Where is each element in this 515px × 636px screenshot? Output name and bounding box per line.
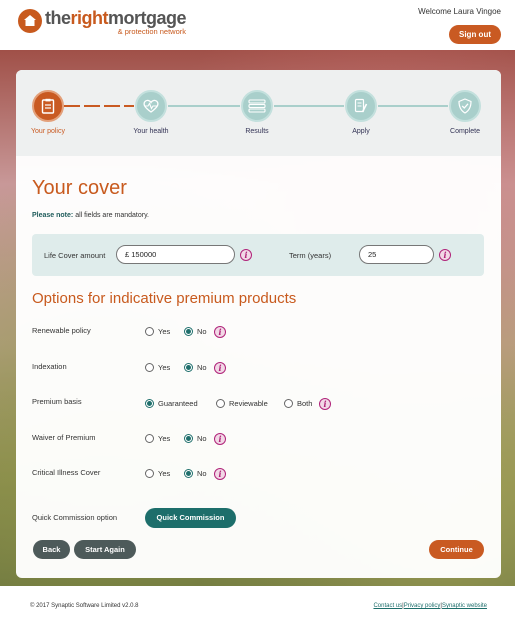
term-input[interactable]: 25 — [359, 245, 434, 264]
indexation-no-radio[interactable]: No — [184, 363, 207, 372]
note-bold: Please note: — [32, 212, 74, 219]
renewable-yes-radio[interactable]: Yes — [145, 327, 170, 336]
premium-reviewable-radio[interactable]: Reviewable — [216, 399, 268, 408]
premium-guaranteed-radio[interactable]: Guaranteed — [145, 399, 198, 408]
life-cover-label: Life Cover amount — [44, 251, 106, 260]
renewable-policy-label: Renewable policy — [32, 326, 91, 335]
radio-label: No — [197, 469, 207, 478]
radio-label: Yes — [158, 363, 171, 372]
critical-illness-label: Critical Illness Cover — [32, 468, 101, 477]
logo-mortgage: mortgage — [108, 8, 187, 28]
premium-basis-info-icon[interactable]: i — [319, 398, 331, 410]
step-your-health[interactable]: Your health — [116, 90, 186, 135]
privacy-policy-link[interactable]: Privacy policy — [404, 603, 441, 609]
radio-label: Yes — [158, 327, 171, 336]
critical-illness-no-radio[interactable]: No — [184, 469, 207, 478]
heart-pulse-icon — [135, 90, 167, 122]
critical-illness-yes-radio[interactable]: Yes — [145, 469, 170, 478]
radio-label: Reviewable — [229, 399, 268, 408]
radio-label: Yes — [158, 469, 171, 478]
step-label: Complete — [450, 128, 480, 135]
shield-check-icon — [449, 90, 481, 122]
cover-details-panel: Life Cover amount £ 150000 i Term (years… — [32, 234, 484, 276]
term-info-icon[interactable]: i — [439, 249, 451, 261]
house-icon — [18, 9, 42, 33]
main-card: Your policy Your health Results Apply Co… — [16, 70, 501, 578]
radio-label: No — [197, 327, 207, 336]
step-complete[interactable]: Complete — [430, 90, 500, 135]
footer: © 2017 Synaptic Software Limited v2.0.8 … — [16, 594, 501, 619]
life-cover-input[interactable]: £ 150000 — [116, 245, 235, 264]
quick-commission-label: Quick Commission option — [32, 513, 118, 522]
options-title: Options for indicative premium products — [32, 290, 297, 307]
indexation-label: Indexation — [32, 362, 67, 371]
logo-subtitle: & protection network — [117, 27, 187, 36]
progress-steps: Your policy Your health Results Apply Co… — [16, 70, 501, 156]
welcome-text: Welcome Laura Vingoe — [418, 7, 501, 16]
step-results[interactable]: Results — [222, 90, 292, 135]
waiver-yes-radio[interactable]: Yes — [145, 434, 170, 443]
waiver-label: Waiver of Premium — [32, 433, 96, 442]
premium-basis-label: Premium basis — [32, 397, 82, 406]
radio-label: No — [197, 363, 207, 372]
step-apply[interactable]: Apply — [326, 90, 396, 135]
page-title: Your cover — [32, 177, 127, 199]
step-label: Results — [245, 128, 269, 135]
list-icon — [241, 90, 273, 122]
start-again-button[interactable]: Start Again — [74, 540, 136, 559]
mandatory-note: Please note: all fields are mandatory. — [32, 212, 149, 219]
top-header: therightmortgage & protection network We… — [0, 0, 515, 50]
radio-label: Yes — [158, 434, 171, 443]
document-pen-icon — [345, 90, 377, 122]
footer-links: Contact us|Privacy policy|Synaptic websi… — [373, 603, 487, 609]
life-cover-info-icon[interactable]: i — [240, 249, 252, 261]
premium-both-radio[interactable]: Both — [284, 399, 312, 408]
indexation-yes-radio[interactable]: Yes — [145, 363, 170, 372]
waiver-info-icon[interactable]: i — [214, 433, 226, 445]
term-label: Term (years) — [289, 251, 332, 260]
radio-label: Guaranteed — [158, 399, 198, 408]
sign-out-button[interactable]: Sign out — [449, 25, 501, 44]
radio-label: Both — [297, 399, 313, 408]
renewable-no-radio[interactable]: No — [184, 327, 207, 336]
step-label: Apply — [352, 128, 370, 135]
logo-right: right — [70, 8, 109, 28]
synaptic-website-link[interactable]: Synaptic website — [442, 603, 487, 609]
waiver-no-radio[interactable]: No — [184, 434, 207, 443]
step-label: Your policy — [31, 128, 65, 135]
logo-the: the — [45, 8, 71, 28]
step-your-policy[interactable]: Your policy — [13, 90, 83, 135]
back-button[interactable]: Back — [33, 540, 70, 559]
radio-label: No — [197, 434, 207, 443]
renewable-info-icon[interactable]: i — [214, 326, 226, 338]
copyright-text: © 2017 Synaptic Software Limited v2.0.8 — [30, 603, 139, 609]
quick-commission-button[interactable]: Quick Commission — [145, 508, 236, 528]
brand-logo[interactable]: therightmortgage & protection network — [18, 8, 187, 36]
step-label: Your health — [133, 128, 169, 135]
clipboard-icon — [32, 90, 64, 122]
contact-us-link[interactable]: Contact us — [373, 603, 402, 609]
critical-illness-info-icon[interactable]: i — [214, 468, 226, 480]
continue-button[interactable]: Continue — [429, 540, 484, 559]
indexation-info-icon[interactable]: i — [214, 362, 226, 374]
note-text: all fields are mandatory. — [73, 212, 149, 219]
